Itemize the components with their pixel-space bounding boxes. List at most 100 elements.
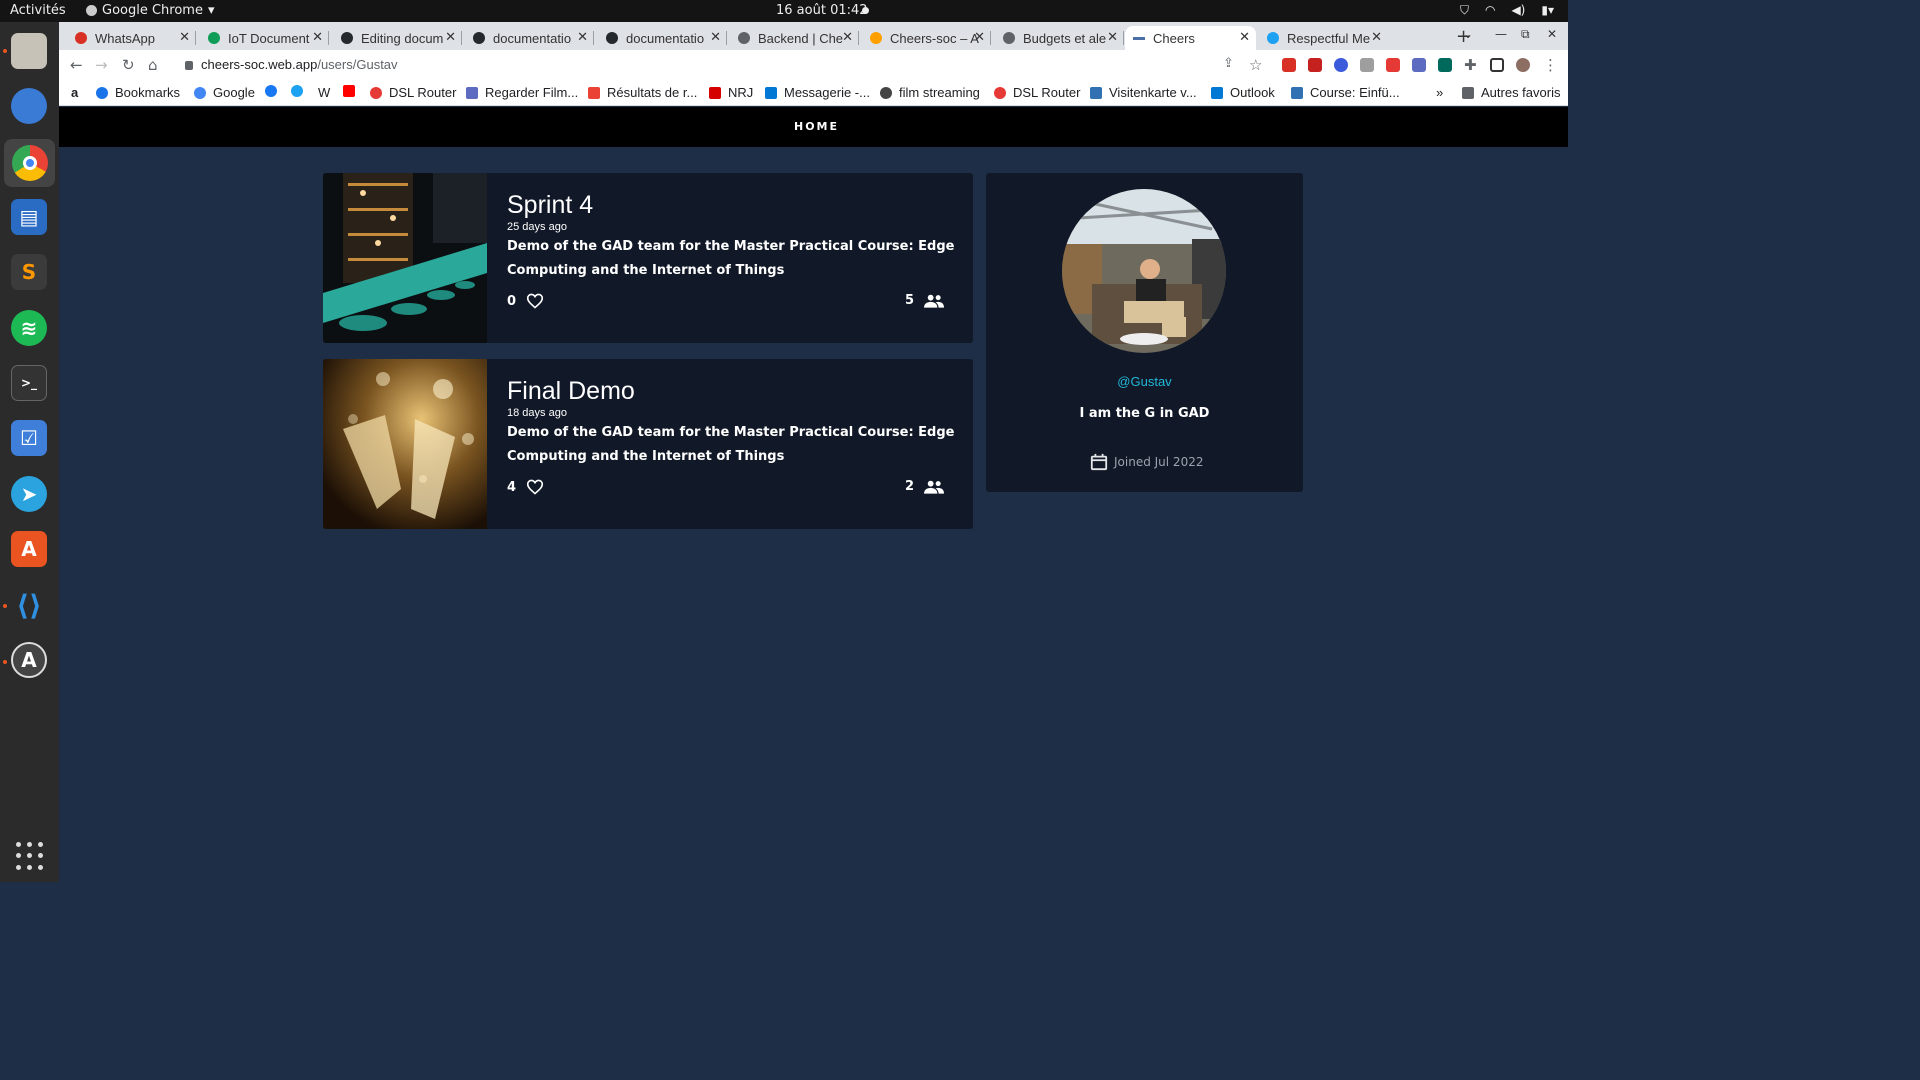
heart-icon[interactable]: [526, 293, 544, 309]
heart-icon[interactable]: [526, 479, 544, 495]
close-tab-icon[interactable]: ✕: [577, 29, 588, 45]
likes-count: 0: [507, 293, 517, 309]
close-tab-icon[interactable]: ✕: [710, 29, 721, 45]
bookmark-outlook[interactable]: Outlook: [1211, 85, 1275, 100]
event-card[interactable]: Sprint 4 25 days ago Demo of the GAD tea…: [323, 173, 973, 343]
page-content: HOME Sprint 4 25 days ago Demo of the GA…: [59, 107, 1568, 882]
youtube-icon[interactable]: [343, 85, 362, 97]
adblock-icon[interactable]: [1282, 58, 1296, 72]
dock-thunderbird[interactable]: [8, 85, 50, 127]
tab-documentation-2[interactable]: documentatio ✕: [598, 26, 727, 50]
tab-search-icon[interactable]: ⌄: [1463, 27, 1473, 41]
tab-cheers[interactable]: Cheers ✕: [1125, 26, 1256, 50]
dock-terminal[interactable]: >_: [8, 362, 50, 404]
clock[interactable]: 16 août 01:42: [776, 3, 868, 18]
event-title[interactable]: Sprint 4: [507, 191, 593, 220]
bookmark-dsl-router-1[interactable]: DSL Router: [370, 85, 456, 100]
event-title[interactable]: Final Demo: [507, 377, 635, 406]
tab-label: IoT Document: [228, 30, 310, 46]
bookmark-star-icon[interactable]: ☆: [1249, 56, 1262, 74]
amazon-icon[interactable]: a: [71, 85, 78, 100]
dock-chrome[interactable]: [4, 139, 55, 187]
bookmark-messagerie[interactable]: Messagerie -...: [765, 85, 870, 100]
bookmark-course[interactable]: Course: Einfü...: [1291, 85, 1400, 100]
extension-grid-icon[interactable]: [1438, 58, 1452, 72]
system-tray[interactable]: ⛉ ◠ ◀) ▮▾: [1460, 3, 1554, 18]
extension-screen-icon[interactable]: [1412, 58, 1426, 72]
extension-icon[interactable]: [1360, 58, 1374, 72]
tab-backend[interactable]: Backend | Che ✕: [730, 26, 859, 50]
dock-writer[interactable]: ▤: [8, 196, 50, 238]
app-menu[interactable]: Google Chrome ▾: [86, 3, 215, 18]
bookmark-nrj[interactable]: NRJ: [709, 85, 753, 100]
likes: 4: [507, 479, 544, 495]
url-host: cheers-soc.web.app: [201, 57, 318, 72]
running-indicator: [3, 49, 7, 53]
address-bar[interactable]: cheers-soc.web.app/users/Gustav: [185, 57, 398, 72]
share-icon[interactable]: ⇪: [1223, 56, 1234, 71]
dock-software[interactable]: A: [8, 528, 50, 570]
dock-telegram[interactable]: ➤: [8, 473, 50, 515]
puzzle-icon[interactable]: ✚: [1464, 56, 1477, 74]
gmail-icon: [588, 86, 600, 99]
close-window-icon[interactable]: ✕: [1547, 27, 1557, 41]
cheers-icon: [1133, 36, 1145, 40]
github-icon: [606, 32, 618, 44]
minimize-icon[interactable]: —: [1495, 27, 1507, 41]
app-menu-label: Google Chrome: [102, 3, 203, 18]
event-card[interactable]: Final Demo 18 days ago Demo of the GAD t…: [323, 359, 973, 529]
twitter-icon[interactable]: [291, 85, 310, 97]
extension-arc-icon[interactable]: [1334, 58, 1348, 72]
bookmarks-bar: a Bookmarks Google W DSL Router Regarder…: [59, 80, 1568, 106]
bookmark-google[interactable]: Google: [194, 85, 255, 100]
close-tab-icon[interactable]: ✕: [312, 29, 323, 45]
close-tab-icon[interactable]: ✕: [445, 29, 456, 45]
bookmark-bookmarks[interactable]: Bookmarks: [96, 85, 180, 100]
show-apps-icon[interactable]: [16, 842, 44, 870]
facebook-icon[interactable]: [265, 85, 284, 97]
back-icon[interactable]: ←: [70, 56, 83, 74]
bookmark-wikipedia[interactable]: W: [318, 85, 330, 100]
avatar[interactable]: [1516, 58, 1530, 72]
nav-home-link[interactable]: HOME: [794, 120, 839, 133]
tab-documentation-1[interactable]: documentatio ✕: [465, 26, 594, 50]
dock-vscode[interactable]: ⟨⟩: [8, 584, 50, 626]
dock-files[interactable]: [8, 30, 50, 72]
bookmark-resultats[interactable]: Résultats de r...: [588, 85, 697, 100]
bookmark-other[interactable]: Autres favoris: [1462, 85, 1560, 100]
tab-cheers-soc[interactable]: Cheers-soc – A ✕: [862, 26, 991, 50]
bookmark-dsl-router-2[interactable]: DSL Router: [994, 85, 1080, 100]
close-tab-icon[interactable]: ✕: [974, 29, 985, 45]
dock-spotify[interactable]: ≋: [8, 307, 50, 349]
activities-button[interactable]: Activités: [10, 3, 66, 18]
close-tab-icon[interactable]: ✕: [1107, 29, 1118, 45]
tab-editing-doc[interactable]: Editing docum ✕: [333, 26, 462, 50]
bookmark-regarder-film[interactable]: Regarder Film...: [466, 85, 578, 100]
restore-icon[interactable]: ⧉: [1521, 27, 1530, 42]
side-panel-icon[interactable]: [1490, 58, 1504, 72]
pdf-icon[interactable]: [1308, 58, 1322, 72]
people-icon: [924, 480, 945, 494]
bookmark-film-streaming[interactable]: film streaming: [880, 85, 980, 100]
home-icon[interactable]: ⌂: [148, 56, 158, 74]
reload-icon[interactable]: ↻: [122, 56, 135, 74]
bookmark-visitenkarte[interactable]: Visitenkarte v...: [1090, 85, 1197, 100]
menu-kebab-icon[interactable]: ⋮: [1543, 56, 1558, 74]
dock-updater[interactable]: A: [8, 639, 50, 681]
tab-whatsapp[interactable]: WhatsApp ✕: [67, 26, 196, 50]
close-tab-icon[interactable]: ✕: [842, 29, 853, 45]
close-tab-icon[interactable]: ✕: [1371, 29, 1382, 45]
dock-sublime[interactable]: S: [8, 251, 50, 293]
close-tab-icon[interactable]: ✕: [179, 29, 190, 45]
extension-tp-icon[interactable]: [1386, 58, 1400, 72]
close-tab-icon[interactable]: ✕: [1239, 29, 1250, 45]
dock-tasks[interactable]: ☑: [8, 417, 50, 459]
more-bookmarks-icon[interactable]: »: [1436, 85, 1443, 100]
forward-icon[interactable]: →: [95, 56, 108, 74]
profile-handle[interactable]: @Gustav: [986, 374, 1303, 389]
folder-icon: [1462, 86, 1474, 99]
tab-respectful[interactable]: Respectful Me ✕: [1259, 26, 1388, 50]
tab-budgets[interactable]: Budgets et ale ✕: [995, 26, 1124, 50]
tab-label: Cheers-soc – A: [890, 30, 979, 46]
tab-iot-document[interactable]: IoT Document ✕: [200, 26, 329, 50]
